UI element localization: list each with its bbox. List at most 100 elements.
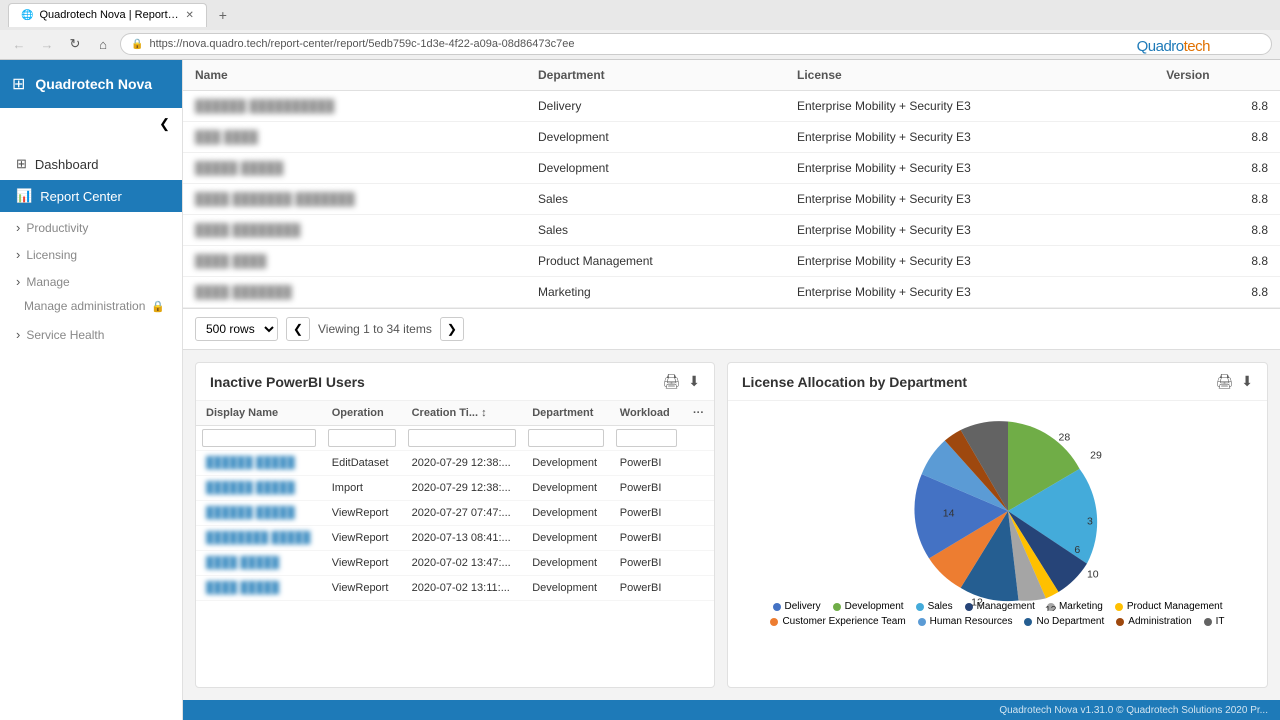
sidebar-item-report-center[interactable]: 📊 Report Center xyxy=(0,180,182,212)
table-row: ████ ███████ ███████ Sales Enterprise Mo… xyxy=(183,184,1280,215)
legend-dot-customer-exp xyxy=(770,618,778,626)
sidebar-collapse-button[interactable]: ❮ xyxy=(0,108,182,140)
cell-op-3: ViewReport xyxy=(322,501,402,526)
label-mgmt: 10 xyxy=(1086,568,1098,580)
sidebar-group-manage[interactable]: › Manage xyxy=(0,266,182,293)
cell-time-2: 2020-07-29 12:38:... xyxy=(402,476,523,501)
cell-name-5[interactable]: ████ █████ xyxy=(196,551,322,576)
legend-label-customer-exp: Customer Experience Team xyxy=(782,616,905,627)
next-page-button[interactable]: ❯ xyxy=(440,317,464,341)
download-button-left[interactable]: ⬇ xyxy=(688,373,700,390)
sidebar: ⊞ Quadrotech Nova ❮ ⊞ Dashboard 📊 Report… xyxy=(0,60,183,720)
legend-dot-no-dept xyxy=(1024,618,1032,626)
legend-label-it: IT xyxy=(1216,616,1225,627)
cell-name-top-5: ████ ████ xyxy=(183,246,526,277)
cell-name-top-2: █████ █████ xyxy=(183,153,526,184)
cell-dept-top-1: Development xyxy=(526,122,785,153)
cell-name-top-3: ████ ███████ ███████ xyxy=(183,184,526,215)
legend-dot-admin xyxy=(1116,618,1124,626)
chevron-down-icon: › xyxy=(16,220,20,235)
cell-name-6[interactable]: ████ █████ xyxy=(196,576,322,601)
pie-chart: 28 29 14 12 12 10 6 3 xyxy=(898,411,1098,591)
license-allocation-title: License Allocation by Department xyxy=(742,374,967,390)
cell-name-1[interactable]: ██████ █████ xyxy=(196,451,322,476)
table-row: ██████ █████ EditDataset 2020-07-29 12:3… xyxy=(196,451,714,476)
chevron-down-icon-2: › xyxy=(16,247,20,262)
sidebar-label-manage: Manage xyxy=(26,275,69,289)
sidebar-label-report-center: Report Center xyxy=(40,189,122,204)
browser-nav: ← → ↻ ⌂ 🔒 https://nova.quadro.tech/repor… xyxy=(0,30,1280,60)
cell-name-4[interactable]: ████████ █████ xyxy=(196,526,322,551)
back-button[interactable]: ← xyxy=(8,33,30,55)
cell-name-2[interactable]: ██████ █████ xyxy=(196,476,322,501)
cell-license-top-4: Enterprise Mobility + Security E3 xyxy=(785,215,1154,246)
filter-row xyxy=(196,426,714,451)
cell-time-3: 2020-07-27 07:47:... xyxy=(402,501,523,526)
filter-operation[interactable] xyxy=(328,429,396,447)
inactive-powerbi-title: Inactive PowerBI Users xyxy=(210,374,365,390)
legend-dot-it xyxy=(1204,618,1212,626)
app-logo-icon: ⊞ xyxy=(12,74,25,94)
legend-hr: Human Resources xyxy=(918,616,1013,627)
lock-icon: 🔒 xyxy=(151,300,165,313)
license-allocation-panel: License Allocation by Department 🖨 ⬇ xyxy=(727,362,1268,688)
cell-name-top-6: ████ ███████ xyxy=(183,277,526,308)
sidebar-group-licensing[interactable]: › Licensing xyxy=(0,239,182,266)
table-row: █████ █████ Development Enterprise Mobil… xyxy=(183,153,1280,184)
cell-license-top-0: Enterprise Mobility + Security E3 xyxy=(785,91,1154,122)
sidebar-group-service-health[interactable]: › Service Health xyxy=(0,319,182,346)
col-display-name: Display Name xyxy=(196,401,322,426)
forward-button[interactable]: → xyxy=(36,33,58,55)
sidebar-item-manage-admin[interactable]: Manage administration 🔒 xyxy=(0,293,182,319)
filter-creation[interactable] xyxy=(408,429,517,447)
filter-name[interactable] xyxy=(202,429,316,447)
chevron-left-icon: ❮ xyxy=(159,116,170,132)
cell-ver-top-6: 8.8 xyxy=(1154,277,1280,308)
cell-name-top-4: ████ ████████ xyxy=(183,215,526,246)
legend-customer-exp: Customer Experience Team xyxy=(770,616,905,627)
print-button-left[interactable]: 🖨 xyxy=(662,373,680,390)
browser-tabs: 🌐 Quadrotech Nova | Report cen... ✕ + xyxy=(0,0,1280,30)
rows-per-page-select[interactable]: 500 rows 100 rows 50 rows xyxy=(195,317,278,341)
refresh-button[interactable]: ↻ xyxy=(64,33,86,55)
new-tab-button[interactable]: + xyxy=(211,3,235,27)
address-bar[interactable]: 🔒 https://nova.quadro.tech/report-center… xyxy=(120,33,1272,55)
home-button[interactable]: ⌂ xyxy=(92,33,114,55)
cell-workload-6: PowerBI xyxy=(610,576,683,601)
cell-dept-6: Development xyxy=(522,576,610,601)
sidebar-items: ⊞ Dashboard 📊 Report Center › Productivi… xyxy=(0,140,182,720)
inactive-powerbi-header: Inactive PowerBI Users 🖨 ⬇ xyxy=(196,363,714,401)
legend-dot-development xyxy=(833,603,841,611)
dashboard-icon: ⊞ xyxy=(16,156,27,172)
inactive-powerbi-table-wrapper[interactable]: Display Name Operation Creation Ti... ↕ … xyxy=(196,401,714,687)
table-row: ████ ████████ Sales Enterprise Mobility … xyxy=(183,215,1280,246)
cell-dept-top-5: Product Management xyxy=(526,246,785,277)
sidebar-label-dashboard: Dashboard xyxy=(35,157,99,172)
col-name: Name xyxy=(183,60,526,91)
app-layout: ⊞ Quadrotech Nova ❮ ⊞ Dashboard 📊 Report… xyxy=(0,60,1280,720)
cell-license-top-5: Enterprise Mobility + Security E3 xyxy=(785,246,1154,277)
cell-dept-5: Development xyxy=(522,551,610,576)
label-no-dept2: 12 xyxy=(1044,604,1056,611)
cell-ver-top-5: 8.8 xyxy=(1154,246,1280,277)
cell-name-3[interactable]: ██████ █████ xyxy=(196,501,322,526)
prev-page-button[interactable]: ❮ xyxy=(286,317,310,341)
cell-license-top-1: Enterprise Mobility + Security E3 xyxy=(785,122,1154,153)
cell-op-1: EditDataset xyxy=(322,451,402,476)
legend-dot-hr xyxy=(918,618,926,626)
pagination-bar: 500 rows 100 rows 50 rows ❮ Viewing 1 to… xyxy=(183,309,1280,350)
label-delivery: 14 xyxy=(942,507,954,519)
tab-close-icon[interactable]: ✕ xyxy=(185,10,193,21)
filter-workload[interactable] xyxy=(616,429,677,447)
sidebar-group-productivity[interactable]: › Productivity xyxy=(0,212,182,239)
cell-license-top-2: Enterprise Mobility + Security E3 xyxy=(785,153,1154,184)
filter-dept[interactable] xyxy=(528,429,604,447)
cell-op-5: ViewReport xyxy=(322,551,402,576)
download-button-right[interactable]: ⬇ xyxy=(1241,373,1253,390)
sidebar-item-dashboard[interactable]: ⊞ Dashboard xyxy=(0,148,182,180)
print-button-right[interactable]: 🖨 xyxy=(1215,373,1233,390)
url-text: https://nova.quadro.tech/report-center/r… xyxy=(149,38,574,50)
cell-time-5: 2020-07-02 13:47:... xyxy=(402,551,523,576)
active-tab[interactable]: 🌐 Quadrotech Nova | Report cen... ✕ xyxy=(8,3,207,27)
legend-development: Development xyxy=(833,601,904,612)
